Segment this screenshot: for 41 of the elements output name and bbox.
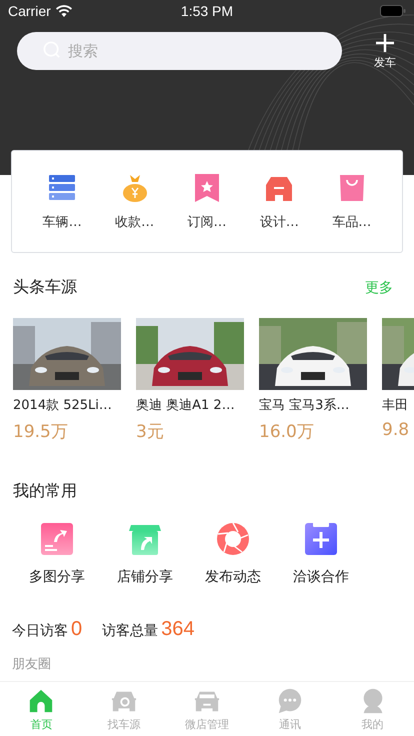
clipboard-icon[interactable]	[304, 522, 338, 556]
status-time: 1:53 PM	[180, 3, 234, 19]
today-visitors-count: 0	[71, 618, 82, 641]
section-title: 我的常用	[13, 481, 77, 502]
server-icon[interactable]	[48, 172, 76, 202]
total-visitors-label: 访客总量	[102, 622, 158, 640]
shopping-bag-icon[interactable]	[338, 172, 366, 202]
car-price: 19.5万	[13, 421, 69, 443]
aperture-icon[interactable]	[216, 522, 250, 556]
section-title: 朋友圈	[12, 657, 51, 672]
favorite-label[interactable]: 多图分享	[29, 568, 85, 586]
shortcut-label[interactable]: 收款…	[115, 212, 154, 230]
today-visitors-label: 今日访客	[12, 622, 68, 640]
shortcut-label[interactable]: 车品…	[332, 212, 372, 230]
favorite-label[interactable]: 洽谈合作	[293, 568, 349, 586]
store-icon[interactable]	[128, 522, 162, 556]
car-price: 9.8	[382, 420, 410, 440]
section-title: 头条车源	[13, 277, 77, 298]
search-field[interactable]: 搜索	[17, 32, 342, 70]
battery-icon	[380, 5, 406, 17]
bookmark-icon[interactable]	[192, 172, 221, 202]
car-title[interactable]: 奥迪 奥迪A1 2…	[136, 396, 244, 414]
money-bag-icon[interactable]	[120, 172, 149, 202]
carrier-label: Carrier	[8, 3, 51, 19]
favorite-label[interactable]: 店铺分享	[117, 568, 173, 586]
car-title[interactable]: 丰田	[382, 396, 414, 414]
share-icon[interactable]	[40, 522, 74, 556]
total-visitors-count: 364	[161, 618, 194, 641]
favorite-label[interactable]: 发布动态	[205, 568, 261, 586]
shortcut-label[interactable]: 车辆…	[42, 212, 82, 230]
plus-icon	[375, 32, 395, 52]
shortcut-label[interactable]: 订阅…	[187, 212, 226, 230]
car-price: 3元	[136, 421, 165, 443]
car-price: 16.0万	[259, 421, 315, 443]
chat-bubble-icon	[276, 688, 303, 714]
car-title[interactable]: 宝马 宝马3系…	[259, 396, 367, 414]
shortcut-label[interactable]: 设计…	[260, 212, 299, 230]
wifi-icon	[56, 5, 72, 17]
car-title[interactable]: 2014款 525Li…	[13, 396, 121, 414]
post-car-button[interactable]: 发车	[370, 32, 400, 70]
home-icon	[28, 688, 54, 714]
